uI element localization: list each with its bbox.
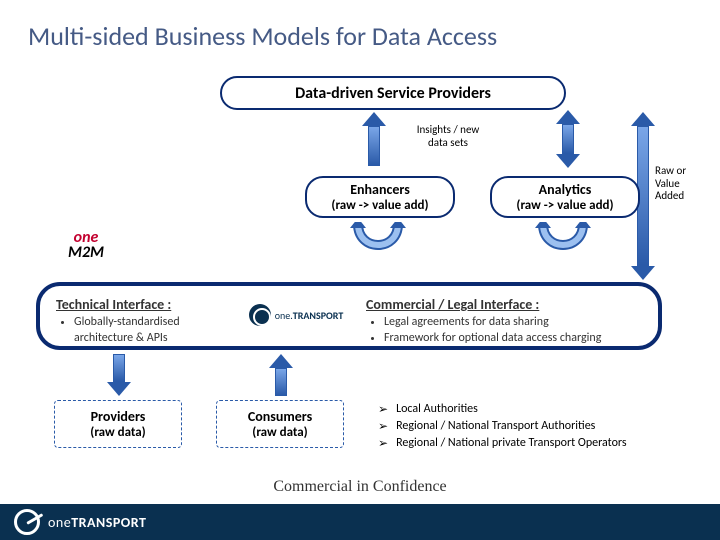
commercial-item: Legal agreements for data sharing — [384, 315, 642, 331]
heading-commercial-interface: Commercial / Legal Interface : — [366, 296, 642, 313]
onetransport-ring-icon — [249, 304, 271, 326]
chevron-icon: ➢ — [378, 436, 388, 451]
footer-bar: oneTRANSPORT — [0, 504, 720, 540]
box-enhancers-title: Enhancers — [350, 181, 410, 198]
tech-list: Globally-standardised architecture & API… — [56, 315, 226, 346]
footer-brand: oneTRANSPORT — [48, 514, 146, 531]
onetransport-ring-icon — [14, 509, 40, 535]
slide: { "title": "Multi-sided Business Models … — [0, 0, 720, 540]
list-item: ➢ Local Authorities — [378, 402, 688, 417]
arrow-providers-down-icon — [107, 354, 131, 396]
commercial-list: Legal agreements for data sharing Framew… — [366, 315, 642, 346]
heading-technical-interface: Technical Interface : — [56, 296, 226, 313]
box-providers-sub: (raw data) — [90, 425, 145, 440]
commercial-item: Framework for optional data access charg… — [384, 331, 642, 347]
box-analytics-title: Analytics — [539, 181, 592, 198]
label-raw-value-added: Raw or Value Added — [655, 165, 707, 203]
label-insights: Insights / new data sets — [403, 124, 493, 149]
logo-onetransport-small: one.TRANSPORT — [249, 304, 344, 326]
arrow-consumers-up-icon — [269, 354, 293, 396]
box-enhancers: Enhancers (raw -> value add) — [305, 176, 455, 218]
box-service-providers-label: Data-driven Service Providers — [295, 84, 491, 103]
box-enhancers-sub: (raw -> value add) — [331, 198, 428, 213]
box-providers-title: Providers — [91, 408, 146, 425]
interface-panel: Technical Interface : Globally-standardi… — [36, 282, 662, 350]
onetransport-wordmark: one.TRANSPORT — [275, 309, 344, 322]
box-consumers-title: Consumers — [248, 408, 312, 425]
tech-item: Globally-standardised architecture & API… — [74, 315, 226, 346]
arrow-enhancers-up-icon — [362, 112, 386, 166]
chevron-icon: ➢ — [378, 402, 388, 417]
box-consumers-sub: (raw data) — [252, 425, 307, 440]
box-analytics-sub: (raw -> value add) — [516, 198, 613, 213]
arrow-analytics-uturn-icon — [528, 222, 598, 262]
box-service-providers: Data-driven Service Providers — [220, 76, 566, 110]
list-item: ➢ Regional / National private Transport … — [378, 436, 688, 451]
list-item: ➢ Regional / National Transport Authorit… — [378, 419, 688, 434]
stakeholder-list: ➢ Local Authorities ➢ Regional / Nationa… — [378, 402, 688, 453]
arrow-analytics-updown-icon — [556, 110, 580, 168]
confidential-notice: Commercial in Confidence — [273, 478, 446, 496]
logo-onem2m: one M2M — [44, 222, 128, 268]
box-providers: Providers (raw data) — [54, 400, 182, 448]
arrow-enhancers-uturn-icon — [343, 222, 413, 262]
page-title: Multi-sided Business Models for Data Acc… — [28, 20, 497, 52]
box-analytics: Analytics (raw -> value add) — [490, 176, 640, 218]
chevron-icon: ➢ — [378, 419, 388, 434]
box-consumers: Consumers (raw data) — [216, 400, 344, 448]
